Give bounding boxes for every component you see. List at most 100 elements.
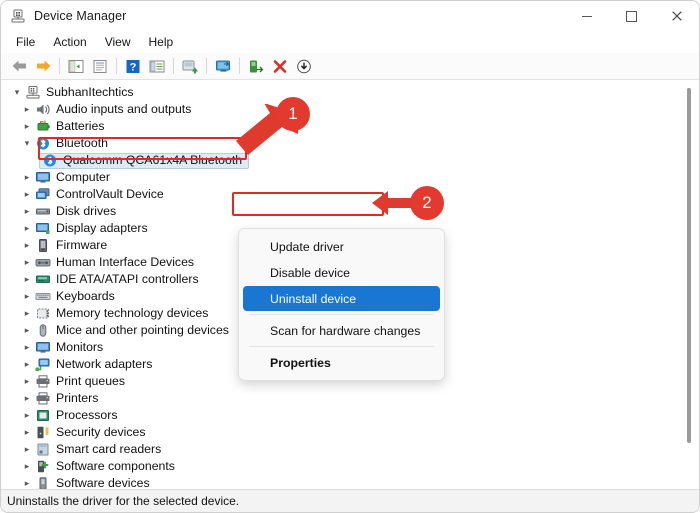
chevron-down-icon[interactable]: ▾	[19, 139, 35, 148]
context-menu-item-uninstall-device[interactable]: Uninstall device	[243, 286, 440, 311]
tree-item-label: Printers	[56, 391, 99, 405]
tree-item-bluetooth[interactable]: ▾ Bluetooth	[9, 135, 699, 152]
menu-help[interactable]: Help	[140, 33, 183, 51]
tree-item-label: Network adapters	[56, 357, 153, 371]
maximize-button[interactable]	[609, 1, 654, 31]
printer-icon	[35, 374, 51, 389]
chevron-right-icon[interactable]: ▸	[19, 462, 35, 471]
vertical-scrollbar[interactable]	[685, 88, 693, 483]
tree-root-node[interactable]: ▾ SubhanItechtics	[9, 84, 699, 101]
monitor-icon	[35, 340, 51, 355]
tree-item-label: Print queues	[56, 374, 126, 388]
chevron-right-icon[interactable]: ▸	[19, 241, 35, 250]
hid-icon	[35, 255, 51, 270]
tree-item-label: Human Interface Devices	[56, 255, 195, 269]
minimize-button[interactable]	[564, 1, 609, 31]
chevron-right-icon[interactable]: ▸	[19, 411, 35, 420]
speaker-icon	[35, 102, 51, 117]
chevron-right-icon[interactable]: ▸	[19, 190, 35, 199]
tree-item-processors[interactable]: ▸ Processors	[9, 407, 699, 424]
svg-text:?: ?	[130, 61, 137, 73]
tree-item-label: Smart card readers	[56, 442, 162, 456]
context-menu-item-properties[interactable]: Properties	[243, 350, 440, 375]
tree-item-qualcomm-qca61x4a-bluetooth[interactable]: Qualcomm QCA61x4A Bluetooth	[9, 152, 699, 169]
tree-item-disk-drives[interactable]: ▸ Disk drives	[9, 203, 699, 220]
tree-item-batteries[interactable]: ▸ Batteries	[9, 118, 699, 135]
chevron-right-icon[interactable]: ▸	[19, 377, 35, 386]
chevron-right-icon[interactable]: ▸	[19, 360, 35, 369]
uninstall-device-icon[interactable]	[268, 55, 292, 77]
monitor-icon	[35, 170, 51, 185]
forward-icon[interactable]	[31, 55, 55, 77]
chevron-right-icon[interactable]: ▸	[19, 207, 35, 216]
context-menu-item-update-driver[interactable]: Update driver	[243, 234, 440, 259]
title-bar: Device Manager	[1, 1, 699, 31]
chevron-right-icon[interactable]: ▸	[19, 122, 35, 131]
bluetooth-device-icon	[42, 153, 58, 168]
memory-icon	[35, 306, 51, 321]
tree-item-security-devices[interactable]: ▸ Security devices	[9, 424, 699, 441]
toolbar-separator	[206, 58, 207, 74]
chevron-right-icon[interactable]: ▸	[19, 394, 35, 403]
properties-icon[interactable]	[88, 55, 112, 77]
tree-item-computer[interactable]: ▸ Computer	[9, 169, 699, 186]
toolbar-separator	[239, 58, 240, 74]
annotation-badge-two: 2	[410, 186, 444, 220]
tree-item-software-components[interactable]: ▸ Software components	[9, 458, 699, 475]
chevron-right-icon[interactable]: ▸	[19, 309, 35, 318]
tree-item-label: Memory technology devices	[56, 306, 209, 320]
chevron-right-icon[interactable]: ▸	[19, 258, 35, 267]
tree-item-software-devices[interactable]: ▸ Software devices	[9, 475, 699, 489]
view-details-icon[interactable]	[145, 55, 169, 77]
tree-item-controlvault-device[interactable]: ▸ ControlVault Device	[9, 186, 699, 203]
computer-icon	[25, 85, 41, 100]
close-button[interactable]	[654, 1, 699, 31]
chevron-right-icon[interactable]: ▸	[19, 173, 35, 182]
scrollbar-thumb[interactable]	[687, 88, 691, 443]
menu-action[interactable]: Action	[44, 33, 95, 51]
window-controls	[564, 1, 699, 31]
context-menu-item-disable-device[interactable]: Disable device	[243, 260, 440, 285]
scan-hardware-changes-icon[interactable]	[211, 55, 235, 77]
chevron-right-icon[interactable]: ▸	[19, 343, 35, 352]
context-menu: Update driver Disable device Uninstall d…	[238, 228, 445, 381]
menu-view[interactable]: View	[96, 33, 140, 51]
enable-device-icon[interactable]	[244, 55, 268, 77]
tree-item-label: Audio inputs and outputs	[56, 102, 192, 116]
tree-item-label: Display adapters	[56, 221, 148, 235]
toolbar: ?	[1, 53, 699, 80]
chevron-right-icon[interactable]: ▸	[19, 445, 35, 454]
chevron-right-icon[interactable]: ▸	[19, 275, 35, 284]
printer-icon	[35, 391, 51, 406]
menu-file[interactable]: File	[7, 33, 44, 51]
tree-item-label: Batteries	[56, 119, 105, 133]
tree-item-printers[interactable]: ▸ Printers	[9, 390, 699, 407]
download-icon[interactable]	[292, 55, 316, 77]
update-driver-icon[interactable]	[178, 55, 202, 77]
mouse-icon	[35, 323, 51, 338]
context-menu-separator	[249, 314, 434, 315]
tree-item-smart-card-readers[interactable]: ▸ Smart card readers	[9, 441, 699, 458]
chevron-right-icon[interactable]: ▸	[19, 428, 35, 437]
chevron-right-icon[interactable]: ▸	[19, 326, 35, 335]
context-menu-item-scan-for-hardware-changes[interactable]: Scan for hardware changes	[243, 318, 440, 343]
context-menu-separator	[249, 346, 434, 347]
keyboard-icon	[35, 289, 51, 304]
back-icon[interactable]	[7, 55, 31, 77]
chevron-right-icon[interactable]: ▸	[19, 105, 35, 114]
software-component-icon	[35, 459, 51, 474]
ide-controller-icon	[35, 272, 51, 287]
toolbar-separator	[173, 58, 174, 74]
status-bar: Uninstalls the driver for the selected d…	[1, 489, 699, 512]
chevron-down-icon[interactable]: ▾	[9, 88, 25, 97]
chevron-right-icon[interactable]: ▸	[19, 292, 35, 301]
firmware-icon	[35, 238, 51, 253]
help-icon[interactable]: ?	[121, 55, 145, 77]
processor-icon	[35, 408, 51, 423]
tree-item-label: Bluetooth	[56, 136, 108, 150]
chevron-right-icon[interactable]: ▸	[19, 479, 35, 488]
tree-item-audio-inputs-and-outputs[interactable]: ▸ Audio inputs and outputs	[9, 101, 699, 118]
show-hide-console-tree-icon[interactable]	[64, 55, 88, 77]
tree-item-label: Software components	[56, 459, 175, 473]
chevron-right-icon[interactable]: ▸	[19, 224, 35, 233]
